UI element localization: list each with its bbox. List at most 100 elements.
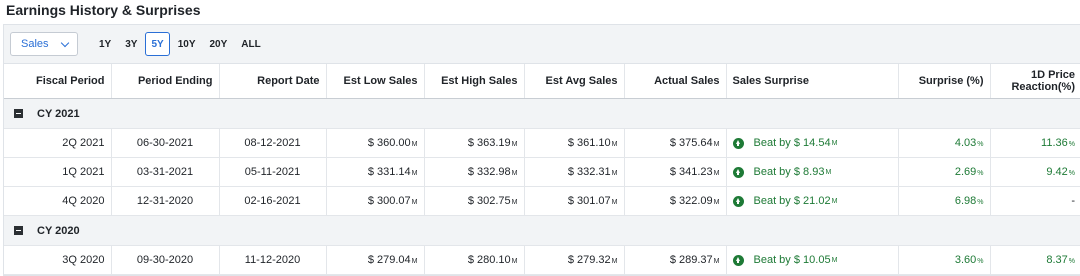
beat-text: Beat by $ 14.54 xyxy=(753,137,831,149)
cell-report-date: 11-12-2020 xyxy=(219,245,327,275)
cell-price-reaction: 8.37% xyxy=(990,245,1080,275)
cell-actual-sales: $ 322.09M xyxy=(624,186,727,216)
cell-actual-sales: $ 289.37M xyxy=(624,245,727,275)
unit-label: M xyxy=(411,199,418,206)
unit-label: % xyxy=(977,141,984,148)
unit-label: M xyxy=(831,139,838,147)
group-row[interactable]: CY 2020 xyxy=(4,215,1080,246)
cell-avg-sales: $ 279.32M xyxy=(524,245,625,275)
col-surprise-pct[interactable]: Surprise (%) xyxy=(898,64,991,99)
cell-sales-surprise: Beat by $ 10.05 M xyxy=(726,245,899,275)
cell-surprise-pct: 2.69% xyxy=(898,157,991,187)
unit-label: M xyxy=(511,258,518,265)
range-5y[interactable]: 5Y xyxy=(145,32,170,56)
cell-surprise-pct: 4.03% xyxy=(898,128,991,158)
unit-label: M xyxy=(611,258,618,265)
unit-label: % xyxy=(977,170,984,177)
unit-label: M xyxy=(411,141,418,148)
metric-select-value: Sales xyxy=(21,38,49,50)
range-10y[interactable]: 10Y xyxy=(172,32,202,56)
col-sales-surprise[interactable]: Sales Surprise xyxy=(726,64,899,99)
col-price-reaction[interactable]: 1D Price Reaction(%) xyxy=(990,64,1080,99)
col-report-date[interactable]: Report Date xyxy=(219,64,327,99)
cell-avg-sales: $ 332.31M xyxy=(524,157,625,187)
col-price-reaction-line2: Reaction(%) xyxy=(1011,81,1075,93)
money-value: $ 341.23 xyxy=(669,166,713,178)
group-label: CY 2021 xyxy=(37,107,80,120)
earnings-table: Fiscal Period Period Ending Report Date … xyxy=(4,64,1080,275)
cell-fiscal-period: 3Q 2020 xyxy=(4,245,112,275)
collapse-icon[interactable] xyxy=(14,109,23,119)
unit-label: % xyxy=(977,258,984,265)
col-period-ending[interactable]: Period Ending xyxy=(111,64,220,99)
cell-period-ending: 12-31-2020 xyxy=(111,186,220,216)
unit-label: % xyxy=(1068,170,1075,177)
pct-value: 4.03 xyxy=(954,137,977,149)
beat-indicator: Beat by $ 14.54 M xyxy=(732,137,892,149)
range-20y[interactable]: 20Y xyxy=(204,32,234,56)
arrow-up-circle-icon xyxy=(732,254,744,266)
cell-avg-sales: $ 301.07M xyxy=(524,186,625,216)
cell-price-reaction: 9.42% xyxy=(990,157,1080,187)
table-body: CY 2021 2Q 2021 06-30-2021 08-12-2021 $ 360.… xyxy=(4,98,1080,275)
col-est-low-sales[interactable]: Est Low Sales xyxy=(326,64,425,99)
range-3y[interactable]: 3Y xyxy=(119,32,143,56)
unit-label: M xyxy=(825,168,832,176)
cell-low-sales: $ 331.14M xyxy=(326,157,425,187)
unit-label: % xyxy=(977,199,984,206)
pct-value: 3.60 xyxy=(954,254,977,266)
cell-low-sales: $ 279.04M xyxy=(326,245,425,275)
cell-actual-sales: $ 375.64M xyxy=(624,128,727,158)
toolbar: Sales 1Y 3Y 5Y 10Y 20Y ALL xyxy=(4,25,1080,64)
col-est-avg-sales[interactable]: Est Avg Sales xyxy=(524,64,625,99)
arrow-up-circle-icon xyxy=(732,166,744,178)
group-row[interactable]: CY 2021 xyxy=(4,98,1080,129)
range-all[interactable]: ALL xyxy=(235,32,266,56)
table-header-row: Fiscal Period Period Ending Report Date … xyxy=(4,64,1080,99)
table-row: 4Q 2020 12-31-2020 02-16-2021 $ 300.07M $ 30… xyxy=(4,186,1080,216)
unit-label: M xyxy=(511,141,518,148)
cell-avg-sales: $ 361.10M xyxy=(524,128,625,158)
metric-select[interactable]: Sales xyxy=(10,32,78,56)
money-value: $ 332.98 xyxy=(467,166,511,178)
cell-low-sales: $ 360.00M xyxy=(326,128,425,158)
cell-period-ending: 03-31-2021 xyxy=(111,157,220,187)
unit-label: M xyxy=(713,170,720,177)
unit-label: M xyxy=(611,170,618,177)
cell-actual-sales: $ 341.23M xyxy=(624,157,727,187)
cell-surprise-pct: 3.60% xyxy=(898,245,991,275)
chevron-down-icon xyxy=(60,38,70,47)
money-value: $ 331.14 xyxy=(367,166,411,178)
unit-label: % xyxy=(1068,141,1075,148)
unit-label: M xyxy=(611,141,618,148)
cell-high-sales: $ 302.75M xyxy=(424,186,525,216)
reaction-value: 11.36 xyxy=(1041,137,1068,149)
unit-label: M xyxy=(713,141,720,148)
money-value: $ 301.07 xyxy=(567,195,611,207)
earnings-panel: Sales 1Y 3Y 5Y 10Y 20Y ALL Fiscal Period… xyxy=(3,24,1080,276)
cell-surprise-pct: 6.98% xyxy=(898,186,991,216)
beat-indicator: Beat by $ 8.93 M xyxy=(732,166,892,178)
unit-label: % xyxy=(1068,258,1075,265)
cell-low-sales: $ 300.07M xyxy=(326,186,425,216)
arrow-up-circle-icon xyxy=(732,195,744,207)
collapse-icon[interactable] xyxy=(14,226,23,236)
col-fiscal-period[interactable]: Fiscal Period xyxy=(4,64,112,99)
cell-period-ending: 09-30-2020 xyxy=(111,245,220,275)
unit-label: M xyxy=(713,258,720,265)
unit-label: M xyxy=(611,199,618,206)
range-1y[interactable]: 1Y xyxy=(93,32,117,56)
reaction-value: - xyxy=(1071,195,1075,207)
col-est-high-sales[interactable]: Est High Sales xyxy=(424,64,525,99)
money-value: $ 322.09 xyxy=(669,195,713,207)
cell-price-reaction: 11.36% xyxy=(990,128,1080,158)
cell-fiscal-period: 1Q 2021 xyxy=(4,157,112,187)
unit-label: M xyxy=(411,258,418,265)
unit-label: M xyxy=(713,199,720,206)
cell-fiscal-period: 2Q 2021 xyxy=(4,128,112,158)
money-value: $ 363.19 xyxy=(467,137,511,149)
col-actual-sales[interactable]: Actual Sales xyxy=(624,64,727,99)
cell-price-reaction: - xyxy=(990,186,1080,216)
range-tabs: 1Y 3Y 5Y 10Y 20Y ALL xyxy=(93,32,269,56)
money-value: $ 332.31 xyxy=(567,166,611,178)
